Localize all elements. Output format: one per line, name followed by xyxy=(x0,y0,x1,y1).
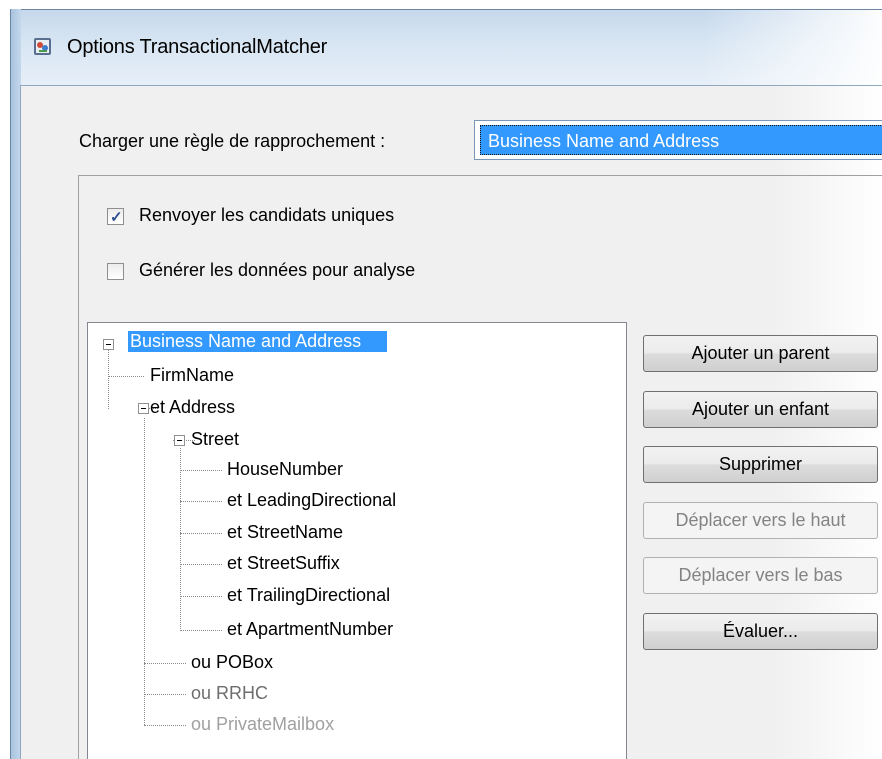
rule-tree[interactable]: Business Name and Address FirmName et Ad… xyxy=(87,322,627,759)
tree-node-address[interactable]: et Address xyxy=(150,397,235,418)
tree-node-rrhc[interactable]: ou RRHC xyxy=(191,683,268,704)
tree-line xyxy=(144,663,186,664)
tree-node-root[interactable]: Business Name and Address xyxy=(128,331,388,352)
analysis-data-checkbox[interactable] xyxy=(107,263,124,280)
load-rule-combobox[interactable]: Business Name and Address xyxy=(474,120,882,160)
tree-node-firmname[interactable]: FirmName xyxy=(150,365,234,386)
tree-line xyxy=(108,350,109,409)
tree-line xyxy=(180,470,222,471)
check-icon: ✓ xyxy=(110,209,123,226)
collapse-root-icon[interactable] xyxy=(103,339,114,350)
load-rule-value: Business Name and Address xyxy=(488,131,720,151)
tree-node-trailingdirectional[interactable]: et TrailingDirectional xyxy=(227,585,390,606)
tree-line xyxy=(180,564,222,565)
delete-button[interactable]: Supprimer xyxy=(643,446,878,483)
tree-node-street[interactable]: Street xyxy=(191,429,239,450)
unique-candidates-label[interactable]: Renvoyer les candidats uniques xyxy=(139,205,394,226)
move-down-button[interactable]: Déplacer vers le bas xyxy=(643,557,878,594)
app-icon xyxy=(34,38,51,55)
analysis-data-label[interactable]: Générer les données pour analyse xyxy=(139,260,415,281)
options-dialog: Options TransactionalMatcher Charger une… xyxy=(0,0,882,759)
tree-node-leadingdirectional[interactable]: et LeadingDirectional xyxy=(227,490,396,511)
tree-line xyxy=(180,630,222,631)
tree-line xyxy=(180,533,222,534)
collapse-address-icon[interactable] xyxy=(138,403,149,414)
tree-node-pobox[interactable]: ou POBox xyxy=(191,652,273,673)
evaluate-button[interactable]: Évaluer... xyxy=(643,613,878,650)
collapse-street-icon[interactable] xyxy=(174,435,185,446)
tree-node-privatemailbox[interactable]: ou PrivateMailbox xyxy=(191,714,334,735)
tree-line xyxy=(180,448,181,631)
tree-line xyxy=(180,596,222,597)
tree-line xyxy=(144,418,145,725)
add-child-button[interactable]: Ajouter un enfant xyxy=(643,391,878,428)
unique-candidates-checkbox[interactable]: ✓ xyxy=(107,208,124,226)
load-rule-selection: Business Name and Address xyxy=(480,125,882,155)
window-title: Options TransactionalMatcher xyxy=(67,36,328,58)
tree-node-streetname[interactable]: et StreetName xyxy=(227,522,343,543)
tree-line xyxy=(108,376,144,377)
tree-line xyxy=(144,694,186,695)
add-parent-button[interactable]: Ajouter un parent xyxy=(643,335,878,372)
tree-line xyxy=(180,501,222,502)
tree-node-streetsuffix[interactable]: et StreetSuffix xyxy=(227,553,340,574)
tree-node-housenumber[interactable]: HouseNumber xyxy=(227,459,343,480)
tree-line xyxy=(144,725,186,726)
move-up-button[interactable]: Déplacer vers le haut xyxy=(643,502,878,539)
tree-node-apartmentnumber[interactable]: et ApartmentNumber xyxy=(227,619,393,640)
load-rule-label: Charger une règle de rapprochement : xyxy=(79,131,386,151)
